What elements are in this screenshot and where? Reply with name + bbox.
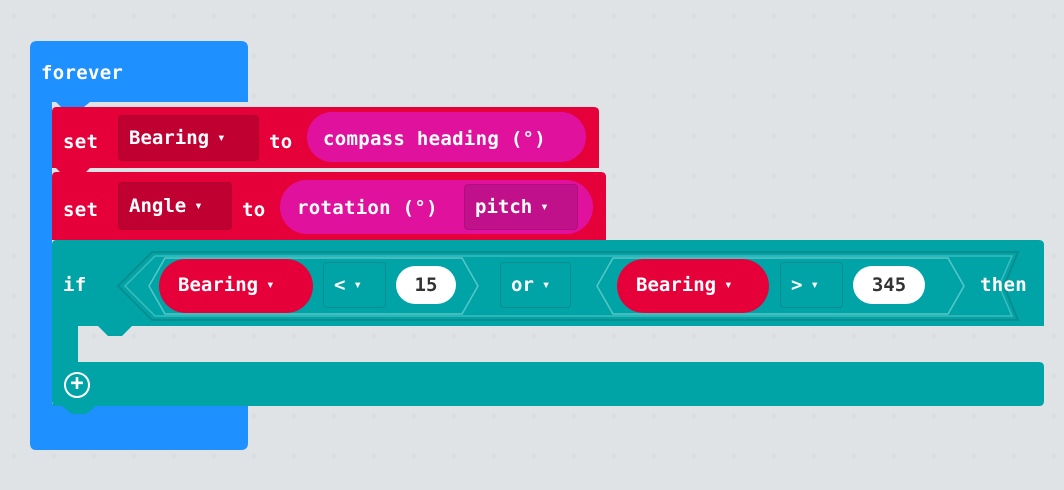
set-bearing-to-label: to [269,131,293,153]
chevron-down-icon: ▾ [724,277,733,293]
chevron-down-icon: ▾ [541,277,551,293]
chevron-down-icon: ▾ [353,277,362,293]
chevron-down-icon: ▾ [194,198,203,214]
pitch-dropdown[interactable]: pitch ▾ [464,184,578,230]
compass-heading-label: compass heading (°) [323,128,547,150]
plus-circle-icon[interactable]: + [64,372,90,398]
right-bearing-reporter[interactable]: Bearing ▾ [617,259,769,313]
left-number-input[interactable]: 15 [396,266,456,304]
set-angle-set-label: set [63,199,99,221]
or-dropdown[interactable]: or ▾ [500,262,571,308]
then-label: then [980,274,1027,296]
bearing-variable-label: Bearing [129,127,210,149]
set-bearing-set-label: set [63,131,99,153]
bearing-variable-dropdown[interactable]: Bearing ▾ [118,115,259,161]
or-operator: or [511,274,534,296]
chevron-down-icon: ▾ [810,277,819,293]
right-bearing-label: Bearing [636,274,717,296]
less-than-dropdown[interactable]: < ▾ [323,262,386,308]
left-bearing-reporter[interactable]: Bearing ▾ [159,259,313,313]
greater-than-dropdown[interactable]: > ▾ [780,262,843,308]
blocks-canvas [30,41,1044,450]
angle-variable-label: Angle [129,195,187,217]
chevron-down-icon: ▾ [217,130,226,146]
greater-than-operator: > [791,274,803,296]
chevron-down-icon: ▾ [540,199,549,215]
right-number-input[interactable]: 345 [853,266,925,304]
less-than-operator: < [334,274,346,296]
chevron-down-icon: ▾ [266,277,275,293]
if-label: if [63,274,87,296]
set-angle-to-label: to [242,199,266,221]
pitch-option-label: pitch [475,196,533,218]
forever-label: forever [41,62,124,84]
left-bearing-label: Bearing [178,274,259,296]
angle-variable-dropdown[interactable]: Angle ▾ [118,182,232,230]
rotation-label: rotation (°) [297,197,438,219]
